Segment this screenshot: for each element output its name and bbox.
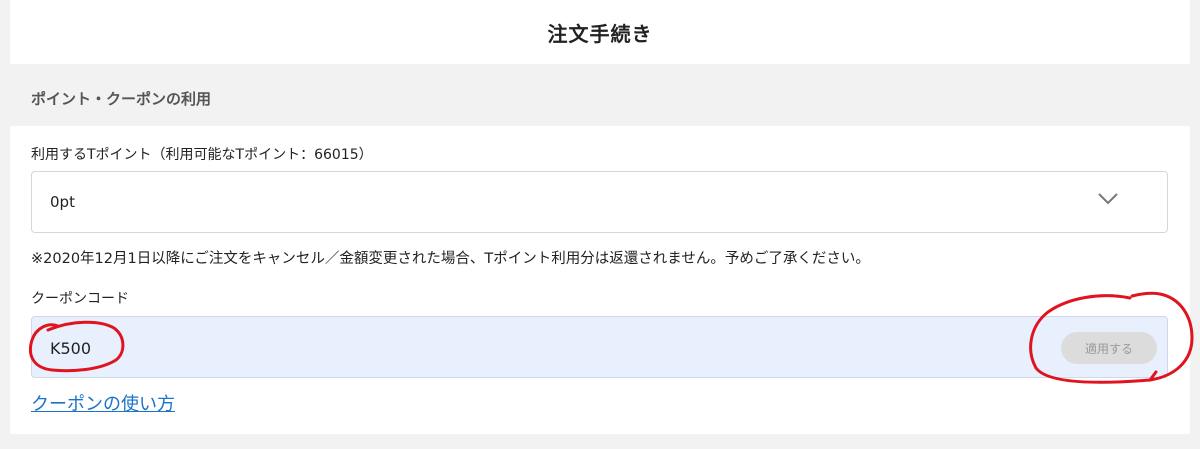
coupon-field: 適用する bbox=[31, 316, 1168, 378]
points-selected-value: 0pt bbox=[50, 193, 75, 211]
points-notice: ※2020年12月1日以降にご注文をキャンセル／金額変更された場合、Tポイント利… bbox=[31, 251, 870, 267]
chevron-down-icon bbox=[1098, 193, 1118, 205]
apply-coupon-button[interactable]: 適用する bbox=[1061, 332, 1157, 364]
page-title: 注文手続き bbox=[547, 21, 653, 46]
points-label: 利用するTポイント（利用可能なTポイント：66015） bbox=[31, 147, 373, 163]
coupon-code-input[interactable] bbox=[50, 335, 950, 361]
coupon-howto-link[interactable]: クーポンの使い方 bbox=[31, 390, 175, 416]
section-title: ポイント・クーポンの利用 bbox=[31, 90, 212, 108]
points-select[interactable]: 0pt bbox=[31, 171, 1168, 233]
page-header: 注文手続き bbox=[10, 0, 1190, 64]
coupon-label: クーポンコード bbox=[31, 291, 129, 307]
